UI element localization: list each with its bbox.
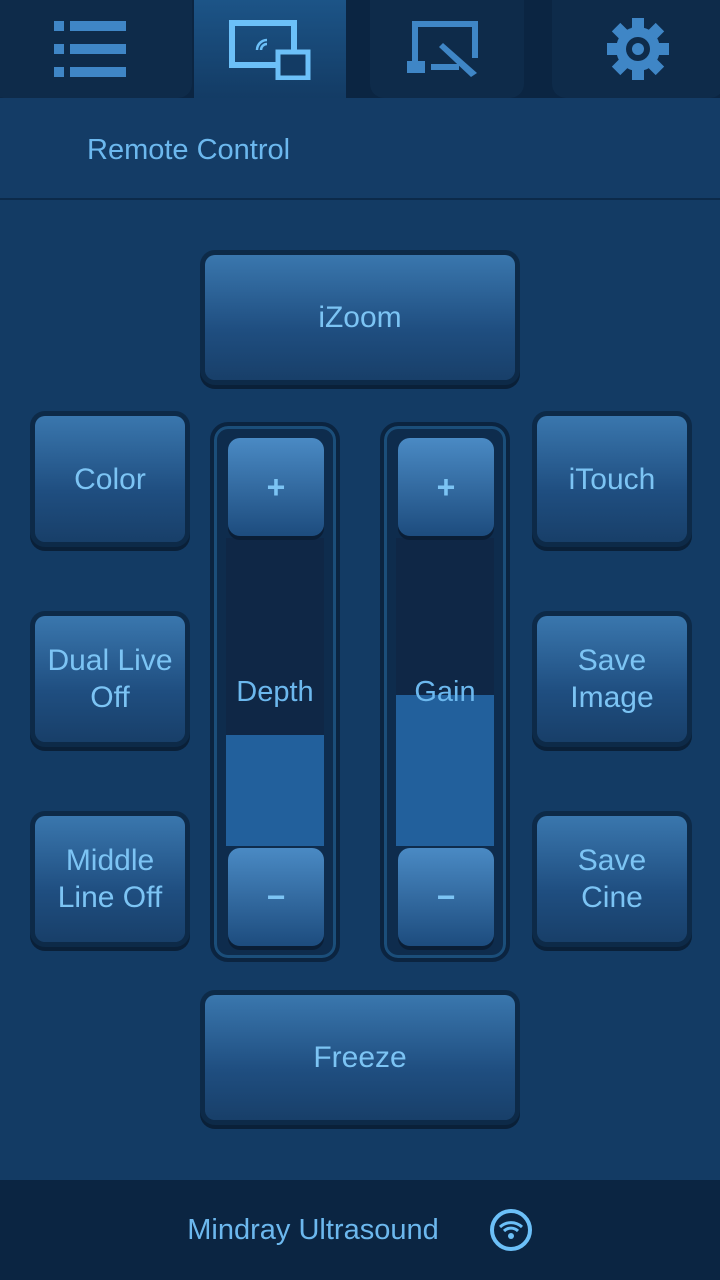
page-title: Remote Control [87, 134, 291, 166]
tab-settings[interactable] [552, 0, 720, 98]
dual-live-off-button[interactable]: Dual Live Off [35, 616, 185, 742]
depth-plus-button[interactable]: + [228, 438, 324, 536]
gear-icon [607, 18, 669, 80]
gain-level-fill [396, 695, 494, 846]
gain-label: Gain [414, 676, 476, 708]
device-name: Mindray Ultrasound [187, 1213, 439, 1246]
list-icon [54, 21, 126, 77]
itouch-button[interactable]: iTouch [537, 416, 687, 542]
screen-edit-icon [407, 21, 478, 77]
gain-plus-button[interactable]: + [398, 438, 494, 536]
tab-remote-control[interactable] [194, 0, 346, 100]
tab-bar [0, 0, 720, 100]
tab-screen-edit[interactable] [370, 0, 524, 98]
save-image-button[interactable]: Save Image [537, 616, 687, 742]
izoom-button[interactable]: iZoom [205, 255, 515, 380]
freeze-button[interactable]: Freeze [205, 995, 515, 1120]
tab-list[interactable] [0, 0, 192, 98]
wifi-icon[interactable] [489, 1208, 533, 1252]
footer: Mindray Ultrasound [0, 1180, 720, 1280]
depth-slider[interactable]: Depth + − [210, 422, 340, 962]
color-button[interactable]: Color [35, 416, 185, 542]
middle-line-off-button[interactable]: Middle Line Off [35, 816, 185, 942]
gain-slider[interactable]: Gain + − [380, 422, 510, 962]
depth-level-fill [226, 735, 324, 846]
remote-screen-icon [229, 20, 311, 80]
depth-label: Depth [236, 676, 314, 708]
depth-minus-button[interactable]: − [228, 848, 324, 946]
save-cine-button[interactable]: Save Cine [537, 816, 687, 942]
gain-minus-button[interactable]: − [398, 848, 494, 946]
